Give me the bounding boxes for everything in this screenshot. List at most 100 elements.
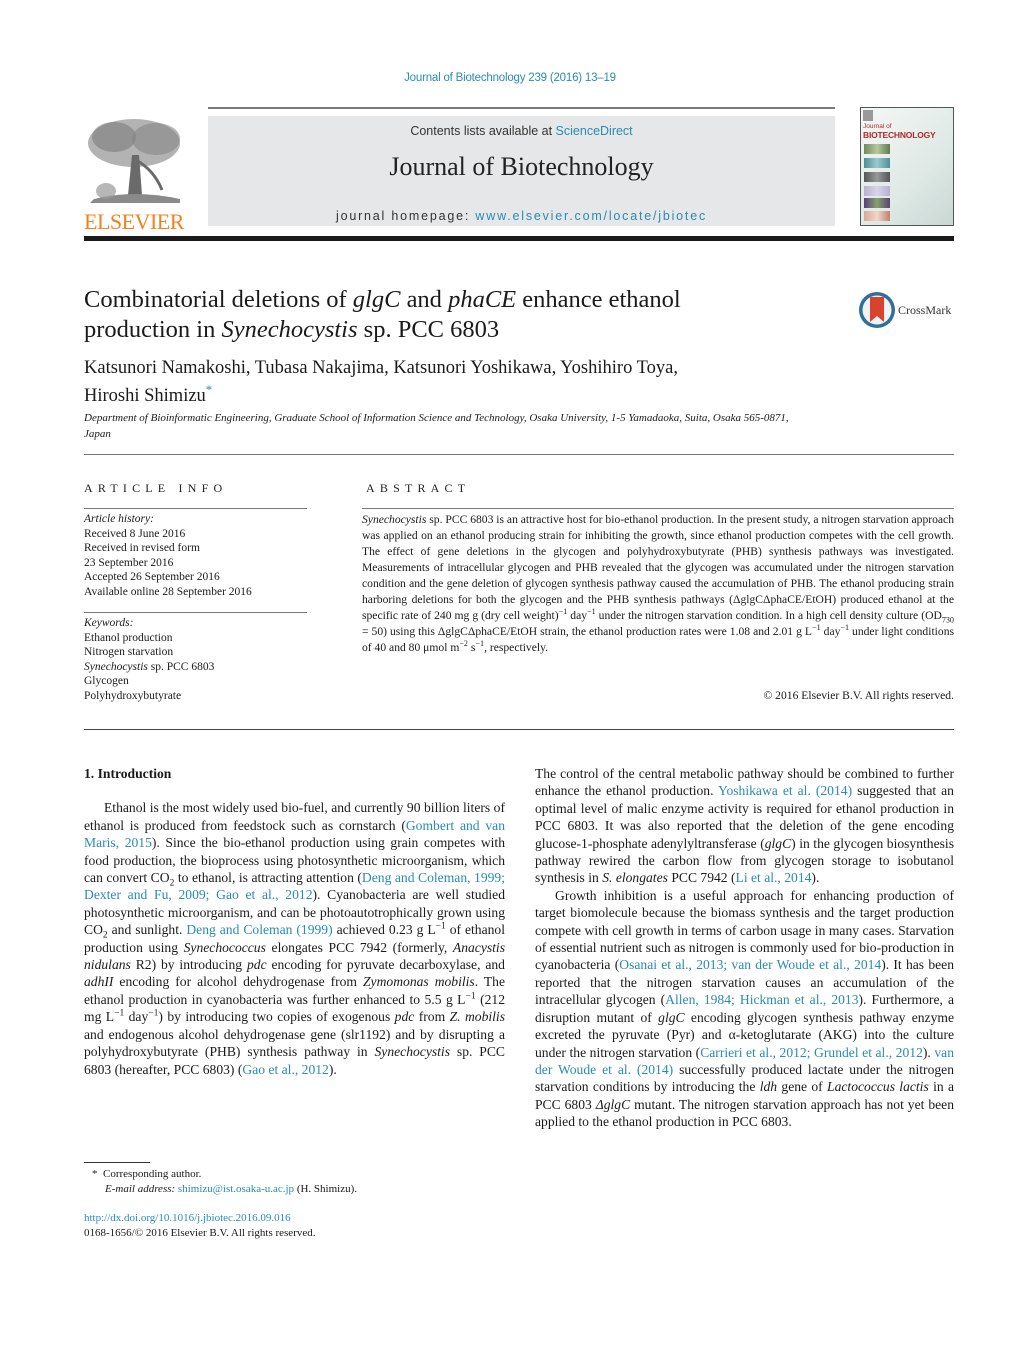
- section-heading-introduction: 1. Introduction: [84, 766, 172, 781]
- abstract-span: day: [820, 625, 841, 638]
- intro-paragraph-1: Ethanol is the most widely used bio-fuel…: [84, 799, 505, 1078]
- abstract-sup: −1: [558, 607, 568, 617]
- cover-image-tile: [864, 172, 890, 182]
- gene-name: adhII: [84, 974, 114, 990]
- superscript: −1: [114, 1008, 125, 1019]
- journal-cover-thumbnail[interactable]: Journal of BIOTECHNOLOGY: [860, 107, 954, 226]
- reference-link[interactable]: Li et al., 2014: [736, 870, 812, 885]
- issn-line: 0168-1656/© 2016 Elsevier B.V. All right…: [84, 1227, 316, 1239]
- text: ) by introducing two copies of exogenous: [158, 1009, 395, 1025]
- email-link[interactable]: shimizu@ist.osaka-u.ac.jp: [178, 1183, 294, 1195]
- abstract-span: day: [567, 609, 588, 622]
- history-item: Received 8 June 2016: [84, 527, 186, 540]
- footnote-rule: [84, 1162, 150, 1163]
- journal-name: Journal of Biotechnology: [389, 152, 654, 181]
- title-text: production in: [84, 316, 222, 343]
- reference-link[interactable]: Allen, 1984; Hickman et al., 2013: [665, 992, 858, 1007]
- cover-image-tile: [864, 186, 890, 196]
- journal-citation[interactable]: Journal of Biotechnology 239 (2016) 13–1…: [0, 72, 1020, 84]
- text: PCC 7942 (: [667, 870, 736, 886]
- reference-link[interactable]: Deng and Coleman (1999): [186, 922, 332, 937]
- gene-name: ΔglgC: [595, 1096, 631, 1112]
- keyword-item: Ethanol production: [84, 631, 173, 644]
- text: ).: [922, 1044, 935, 1060]
- reference-link[interactable]: Gao et al., 2012: [242, 1062, 328, 1077]
- abstract-sup: −1: [587, 607, 596, 617]
- reference-link[interactable]: Yoshikawa et al. (2014): [718, 783, 852, 798]
- footnote-mark: *: [92, 1168, 98, 1180]
- footnote-line: * Corresponding author.: [84, 1167, 505, 1182]
- superscript: −1: [148, 1008, 159, 1019]
- cover-title-line1: Journal of: [863, 123, 892, 130]
- contents-line: Contents lists available at ScienceDirec…: [208, 124, 835, 138]
- authors-line-1: Katsunori Namakoshi, Tubasa Nakajima, Ka…: [84, 358, 678, 378]
- abstract-heading: ABSTRACT: [366, 481, 471, 495]
- cover-image-tile: [864, 198, 890, 208]
- cover-title-line2: BIOTECHNOLOGY: [863, 130, 936, 140]
- affiliation: Department of Bioinformatic Engineering,…: [84, 412, 789, 440]
- keyword-item: Polyhydroxybutyrate: [84, 689, 182, 702]
- footnote-text: (H. Shimizu).: [294, 1183, 358, 1195]
- doi-link[interactable]: http://dx.doi.org/10.1016/j.jbiotec.2016…: [84, 1212, 291, 1224]
- authors-line-2: Hiroshi Shimizu: [84, 386, 206, 407]
- gene-name: pdc: [246, 957, 267, 973]
- header-rule: [208, 107, 835, 109]
- text: ).: [811, 870, 820, 886]
- title-text: Combinatorial deletions of: [84, 286, 353, 313]
- title-gene: phaCE: [448, 286, 517, 313]
- text: ).: [328, 1061, 337, 1077]
- history-item: Received in revised form: [84, 542, 200, 554]
- abstract-sup: −1: [840, 623, 850, 633]
- sciencedirect-link[interactable]: ScienceDirect: [556, 124, 633, 138]
- gene-name: glgC: [764, 835, 792, 851]
- text: day: [124, 1009, 149, 1025]
- reference-link[interactable]: Osanai et al., 2013; van der Woude et al…: [619, 957, 881, 972]
- corresponding-author-link[interactable]: *: [206, 382, 213, 397]
- journal-masthead: Contents lists available at ScienceDirec…: [208, 116, 835, 226]
- species-name: Zymomonas mobilis: [363, 974, 475, 990]
- divider: [84, 454, 954, 455]
- reference-link[interactable]: Carrieri et al., 2012; Grundel et al., 2…: [700, 1045, 923, 1060]
- abstract-sup: −1: [475, 639, 485, 649]
- gene-name: ldh: [759, 1079, 778, 1095]
- keywords: Keywords: Ethanol production Nitrogen st…: [84, 616, 314, 703]
- keyword-item: Glycogen: [84, 675, 129, 687]
- text: to ethanol, is attracting attention (: [174, 870, 362, 886]
- abstract-span: under the nitrogen starvation condition.…: [595, 609, 942, 622]
- species-name: Synechocystis: [374, 1044, 451, 1060]
- keyword-species: Synechocystis: [84, 660, 148, 673]
- keyword-text: sp. PCC 6803: [147, 660, 215, 673]
- keyword-item: Synechocystis sp. PCC 6803: [84, 660, 314, 675]
- elsevier-logo[interactable]: ELSEVIER: [84, 115, 186, 233]
- history-item: Available online 28 September 2016: [84, 585, 252, 598]
- text: achieved 0.23 g L: [332, 922, 436, 938]
- article-info-heading: ARTICLE INFO: [84, 481, 228, 495]
- species-name: S. elongates: [602, 870, 668, 886]
- history-item: 23 September 2016: [84, 556, 174, 569]
- text: encoding for pyruvate decarboxylase, and: [266, 957, 505, 973]
- abstract-copyright: © 2016 Elsevier B.V. All rights reserved…: [763, 689, 954, 702]
- article-history: Article history: Received 8 June 2016 Re…: [84, 512, 314, 599]
- crossmark-icon: [859, 292, 895, 328]
- cover-image-tile: [864, 144, 890, 154]
- homepage-prefix: journal homepage:: [336, 209, 476, 223]
- body-column-left: 1. Introduction Ethanol is the most wide…: [84, 765, 505, 1078]
- gene-name: glgC: [658, 1009, 685, 1025]
- article-history-label: Article history:: [84, 513, 154, 525]
- abstract-species: Synechocystis: [362, 513, 427, 526]
- species-name: Lactococcus lactis: [827, 1079, 929, 1095]
- body-column-right: The control of the central metabolic pat…: [535, 765, 954, 1131]
- crossmark-button[interactable]: CrossMark: [858, 291, 958, 331]
- article-title: Combinatorial deletions of glgC and phaC…: [84, 285, 804, 345]
- divider: [362, 508, 954, 509]
- title-text: and: [400, 286, 449, 313]
- abstract-span: sp. PCC 6803 is an attractive host for b…: [362, 513, 955, 622]
- homepage-link[interactable]: www.elsevier.com/locate/jbiotec: [475, 209, 707, 223]
- abstract-span: , respectively.: [484, 641, 549, 654]
- superscript: −1: [465, 991, 476, 1002]
- species-name: Z. mobilis: [449, 1009, 505, 1025]
- intro-paragraph-2: The control of the central metabolic pat…: [535, 765, 954, 887]
- text: and sunlight.: [107, 922, 187, 938]
- text: gene of: [777, 1079, 828, 1095]
- cover-publisher-mark: [863, 110, 873, 121]
